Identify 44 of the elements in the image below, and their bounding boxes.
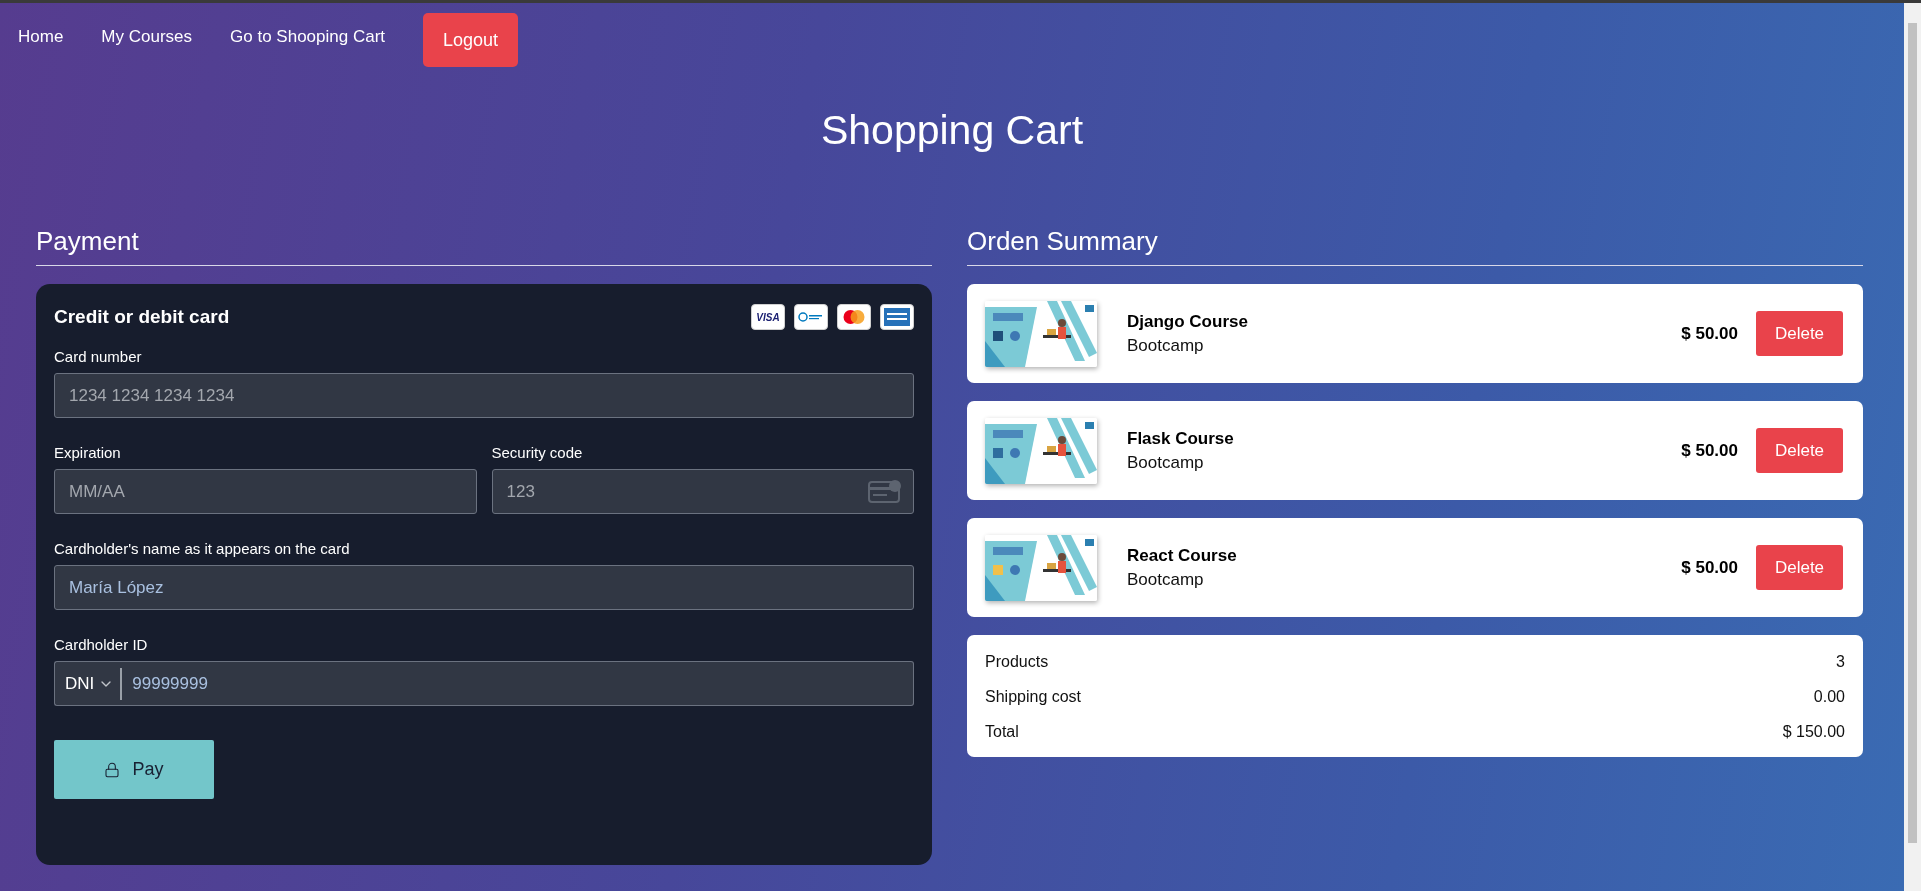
- delete-button[interactable]: Delete: [1756, 311, 1843, 356]
- pay-button[interactable]: Pay: [54, 740, 214, 799]
- logout-button[interactable]: Logout: [423, 13, 519, 67]
- course-name: Django Course: [1127, 311, 1249, 332]
- course-subtitle: Bootcamp: [1127, 569, 1205, 590]
- field-label: Cardholder's name as it appears on the card: [54, 540, 351, 557]
- security-code-field[interactable]: 123: [491, 469, 914, 514]
- total-label: Products: [985, 653, 1049, 671]
- field-label: Card number: [54, 348, 143, 365]
- nav-link[interactable]: Go to Shooping Cart: [230, 27, 386, 47]
- field-label: Expiration: [54, 444, 122, 461]
- delete-button[interactable]: Delete: [1756, 428, 1843, 473]
- card-brand-logo: VISA: [751, 304, 785, 330]
- course-subtitle: Bootcamp: [1127, 335, 1205, 356]
- course-subtitle: Bootcamp: [1127, 452, 1205, 473]
- course-name: Flask Course: [1127, 428, 1235, 449]
- total-value: $ 150.00: [1782, 723, 1845, 741]
- total-value: 0.00: [1813, 688, 1845, 706]
- total-label: Total: [985, 723, 1019, 741]
- total-value: 3: [1836, 653, 1845, 671]
- section-heading: Orden Summary: [967, 226, 1863, 266]
- total-label: Shipping cost: [985, 688, 1082, 706]
- cardholder-name-field[interactable]: María López: [54, 565, 914, 610]
- delete-button[interactable]: Delete: [1756, 545, 1843, 590]
- section-heading: Payment: [36, 226, 932, 266]
- nav-link[interactable]: Home: [18, 27, 64, 47]
- card-form-title: Credit or debit card: [54, 306, 230, 328]
- nav-link[interactable]: My Courses: [101, 27, 193, 47]
- scrollbar[interactable]: [1904, 3, 1921, 891]
- scrollbar-thumb[interactable]: [1908, 23, 1917, 843]
- lock-icon: [104, 761, 121, 778]
- card-brand-icon: [880, 304, 914, 330]
- expiration-field[interactable]: MM/AA: [54, 469, 477, 514]
- field-label: Security code: [491, 444, 584, 461]
- page-title: Shopping Cart: [819, 107, 1085, 154]
- card-number-field[interactable]: 1234 1234 1234 1234: [54, 373, 914, 418]
- course-price: $ 50.00: [1681, 557, 1738, 578]
- card-icon: [868, 479, 902, 503]
- card-brand-icon: [837, 304, 871, 330]
- course-price: $ 50.00: [1681, 440, 1738, 461]
- field-label: Cardholder ID: [54, 636, 149, 653]
- course-name: React Course: [1127, 545, 1238, 566]
- course-price: $ 50.00: [1681, 323, 1738, 344]
- card-brand-icon: [794, 304, 828, 330]
